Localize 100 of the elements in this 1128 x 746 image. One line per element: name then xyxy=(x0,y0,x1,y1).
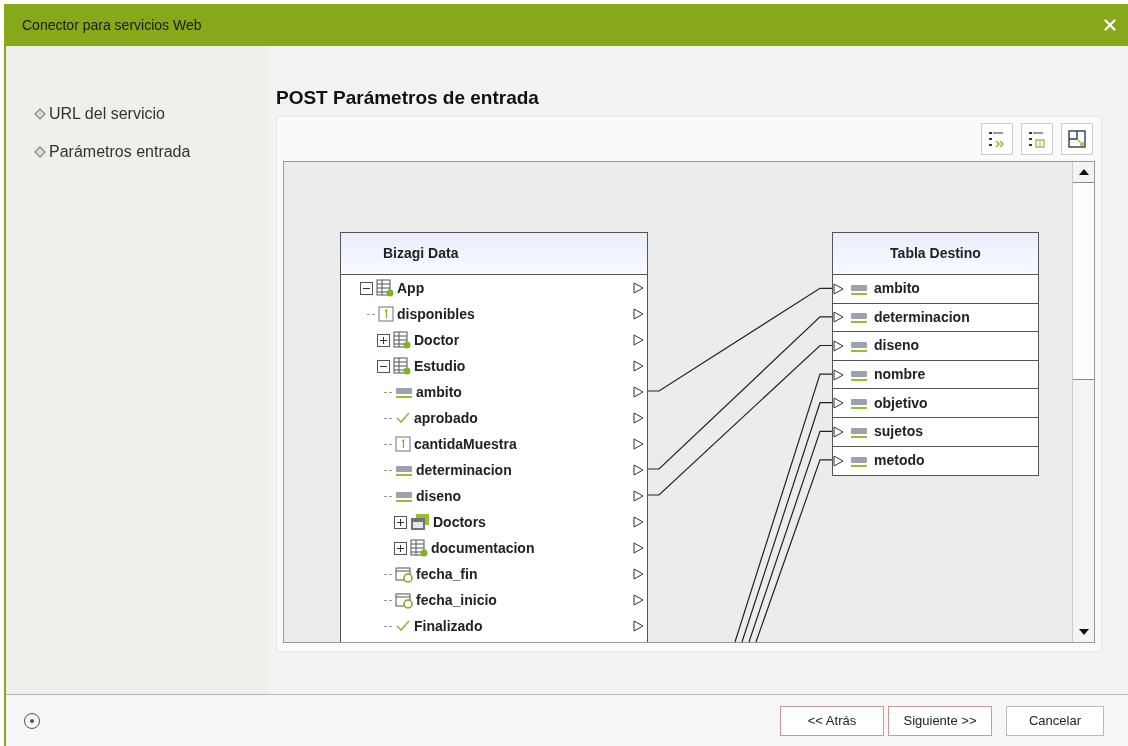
port-icon[interactable] xyxy=(833,397,844,410)
port-icon[interactable] xyxy=(833,425,844,438)
checkmark-icon xyxy=(395,619,411,633)
sidebar-link[interactable]: URL del servicio xyxy=(36,102,268,126)
collapse-toggle[interactable] xyxy=(360,281,373,295)
table-title: Tabla Destino xyxy=(890,244,981,263)
tree-item[interactable]: Doctor xyxy=(341,327,647,353)
expand-toggle[interactable] xyxy=(377,333,390,347)
field-name: Finalizado xyxy=(414,616,484,636)
port-icon[interactable] xyxy=(833,311,844,324)
bullet-icon xyxy=(34,146,46,158)
field-name: cantidaMuestra xyxy=(414,434,518,454)
tree-item[interactable]: disponibles xyxy=(341,301,647,327)
checkmark-icon xyxy=(395,411,411,425)
bullet-icon xyxy=(34,108,46,120)
field-name: fecha_inicio xyxy=(416,590,498,610)
tree-item[interactable]: cantidaMuestra xyxy=(341,431,647,457)
field-name: metodo xyxy=(874,451,925,471)
field-name: App xyxy=(397,278,426,298)
text-type-icon xyxy=(395,464,413,476)
scroll-thumb[interactable] xyxy=(1073,182,1094,380)
tree-item[interactable]: documentacion xyxy=(341,535,647,561)
tree-item[interactable]: Finalizado xyxy=(341,613,647,639)
map-table-icon[interactable] xyxy=(1021,123,1053,155)
tree-item[interactable]: Doctors xyxy=(341,509,647,535)
port-icon[interactable] xyxy=(633,308,644,320)
calendar-icon xyxy=(395,591,413,609)
port-icon[interactable] xyxy=(833,368,844,381)
port-icon[interactable] xyxy=(633,438,644,450)
text-type-icon xyxy=(850,368,868,381)
text-type-icon xyxy=(395,386,413,398)
collapse-toggle[interactable] xyxy=(377,359,390,373)
table-icon xyxy=(393,357,411,375)
tree-item[interactable]: ambito xyxy=(341,379,647,405)
tree-connector xyxy=(384,391,392,393)
tree-item[interactable]: diseno xyxy=(341,483,647,509)
port-icon[interactable] xyxy=(633,490,644,502)
tree-item[interactable]: App xyxy=(341,275,647,301)
tree-connector xyxy=(384,573,392,575)
tree-item[interactable]: determinacion xyxy=(341,457,647,483)
number-icon xyxy=(378,306,394,322)
target-field[interactable]: objetivo xyxy=(833,389,1038,418)
port-icon[interactable] xyxy=(633,360,644,372)
port-icon[interactable] xyxy=(633,568,644,580)
map-all-icon[interactable] xyxy=(981,123,1013,155)
target-field[interactable]: determinacion xyxy=(833,303,1038,333)
field-name: ambito xyxy=(874,279,920,299)
footer-button[interactable]: Siguiente >> xyxy=(888,705,992,736)
port-icon[interactable] xyxy=(633,464,644,476)
number-icon xyxy=(395,436,411,452)
text-type-icon xyxy=(850,397,868,410)
field-name: diseno xyxy=(874,336,920,356)
footer-button[interactable]: << Atrás xyxy=(780,705,884,736)
port-icon[interactable] xyxy=(633,594,644,606)
calendar-icon xyxy=(395,565,413,583)
port-icon[interactable] xyxy=(833,454,844,467)
tree-item[interactable]: aprobado xyxy=(341,405,647,431)
field-name: Doctor xyxy=(414,330,461,350)
port-icon[interactable] xyxy=(833,282,844,295)
sidebar-link[interactable]: Parámetros entrada xyxy=(36,140,268,164)
text-type-icon xyxy=(850,454,868,467)
field-name: determinacion xyxy=(416,460,513,480)
target-field[interactable]: diseno xyxy=(833,332,1038,361)
field-name: determinacion xyxy=(874,307,970,327)
tree-connector xyxy=(384,599,392,601)
table-icon xyxy=(410,539,428,557)
collection-icon xyxy=(410,513,430,531)
field-name: diseno xyxy=(416,486,463,506)
tree-connector xyxy=(367,313,375,315)
text-type-icon xyxy=(850,311,868,324)
field-name: Doctors xyxy=(433,512,487,532)
port-icon[interactable] xyxy=(833,340,844,352)
expand-toggle[interactable] xyxy=(394,515,407,529)
field-name: aprobado xyxy=(414,408,479,428)
tree-connector xyxy=(384,443,392,445)
field-name: objetivo xyxy=(874,393,928,413)
field-name: documentacion xyxy=(431,538,536,558)
port-icon[interactable] xyxy=(633,542,644,554)
port-icon[interactable] xyxy=(633,412,644,424)
footer-button[interactable]: Cancelar xyxy=(1006,705,1104,736)
port-icon[interactable] xyxy=(633,516,644,528)
tree-item[interactable]: fecha_inicio xyxy=(341,587,647,613)
window-title: Conector para servicios Web xyxy=(22,15,202,35)
target-field[interactable]: ambito xyxy=(833,275,1038,304)
port-icon[interactable] xyxy=(633,620,644,632)
target-field[interactable]: sujetos xyxy=(833,417,1038,447)
close-icon xyxy=(1101,16,1119,34)
table-title: Bizagi Data xyxy=(383,244,459,263)
target-field[interactable]: metodo xyxy=(833,446,1038,476)
target-field[interactable]: nombre xyxy=(833,360,1038,390)
port-icon[interactable] xyxy=(633,334,644,346)
port-icon[interactable] xyxy=(633,386,644,398)
tree-item[interactable]: fecha_fin xyxy=(341,561,647,587)
scrollbar[interactable] xyxy=(1072,162,1094,642)
expand-toggle[interactable] xyxy=(394,541,407,555)
port-icon[interactable] xyxy=(633,282,644,294)
tree-item[interactable]: Estudio xyxy=(341,353,647,379)
text-type-icon xyxy=(395,490,413,502)
resize-icon[interactable] xyxy=(1061,123,1093,155)
text-type-icon xyxy=(850,425,868,438)
